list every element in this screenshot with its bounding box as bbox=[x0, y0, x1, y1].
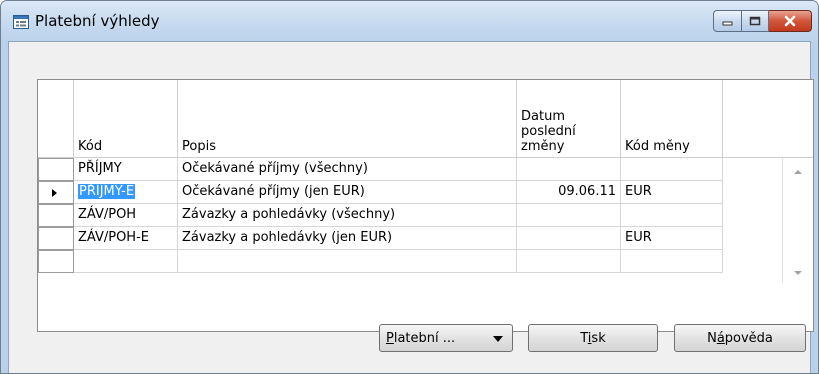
print-button-label: Tisk bbox=[580, 330, 606, 346]
cell-last-modified[interactable] bbox=[517, 158, 621, 181]
scroll-up-icon[interactable] bbox=[794, 170, 802, 174]
row-selector[interactable] bbox=[38, 250, 74, 273]
cell-description[interactable]: Závazky a pohledávky (všechny) bbox=[178, 204, 517, 227]
print-button[interactable]: Tisk bbox=[528, 324, 658, 352]
cell-currency[interactable] bbox=[621, 250, 723, 273]
header-filler bbox=[723, 80, 813, 158]
cell-description[interactable]: Závazky a pohledávky (jen EUR) bbox=[178, 227, 517, 250]
title-bar[interactable]: Platební výhledy bbox=[1, 1, 818, 41]
cell-code-selected[interactable]: PŘÍJMY-E bbox=[74, 181, 178, 204]
cell-last-modified[interactable] bbox=[517, 250, 621, 273]
cell-description[interactable]: Očekávané příjmy (jen EUR) bbox=[178, 181, 517, 204]
cell-currency[interactable]: EUR bbox=[621, 181, 723, 204]
header-selector-cell bbox=[38, 80, 74, 158]
window-title: Platební výhledy bbox=[35, 12, 160, 30]
minimize-button[interactable] bbox=[713, 10, 742, 32]
cell-description[interactable]: Očekávané příjmy (všechny) bbox=[178, 158, 517, 181]
minimize-icon bbox=[722, 21, 732, 26]
window-client-area: Kód Popis Datum poslední změny Kód měny … bbox=[8, 41, 814, 373]
maximize-icon bbox=[749, 16, 761, 26]
dropdown-arrow-icon bbox=[493, 336, 503, 342]
header-code[interactable]: Kód bbox=[74, 80, 178, 158]
cell-last-modified[interactable] bbox=[517, 227, 621, 250]
cell-currency[interactable]: EUR bbox=[621, 227, 723, 250]
maximize-button[interactable] bbox=[742, 10, 769, 32]
row-selector[interactable] bbox=[38, 204, 74, 227]
form-window-icon bbox=[13, 15, 29, 29]
selected-code-text: PŘÍJMY-E bbox=[78, 184, 136, 199]
caption-buttons bbox=[713, 10, 812, 32]
cell-currency[interactable] bbox=[621, 204, 723, 227]
window: Platební výhledy Kód Popis Datum posledn… bbox=[0, 0, 819, 374]
cell-last-modified[interactable] bbox=[517, 204, 621, 227]
vertical-scrollbar[interactable] bbox=[782, 158, 813, 283]
cell-code[interactable]: ZÁV/POH bbox=[74, 204, 178, 227]
current-row-arrow-icon bbox=[52, 189, 57, 197]
row-selector-active[interactable] bbox=[38, 181, 74, 204]
cell-currency[interactable] bbox=[621, 158, 723, 181]
payment-button-label: Platební ... bbox=[386, 330, 456, 346]
payment-forecast-table: Kód Popis Datum poslední změny Kód měny … bbox=[37, 79, 814, 332]
close-button[interactable] bbox=[769, 10, 812, 32]
row-selector[interactable] bbox=[38, 227, 74, 250]
cell-code[interactable]: ZÁV/POH-E bbox=[74, 227, 178, 250]
header-currency[interactable]: Kód měny bbox=[621, 80, 723, 158]
cell-last-modified[interactable]: 09.06.11 bbox=[517, 181, 621, 204]
header-description[interactable]: Popis bbox=[178, 80, 517, 158]
cell-description[interactable] bbox=[178, 250, 517, 273]
help-button[interactable]: Nápověda bbox=[674, 324, 806, 352]
header-last-modified[interactable]: Datum poslední změny bbox=[517, 80, 621, 158]
help-button-label: Nápověda bbox=[707, 330, 773, 346]
cell-code[interactable] bbox=[74, 250, 178, 273]
row-selector[interactable] bbox=[38, 158, 74, 181]
payment-menu-button[interactable]: Platební ... bbox=[379, 324, 513, 352]
cell-code[interactable]: PŘÍJMY bbox=[74, 158, 178, 181]
scroll-down-icon[interactable] bbox=[794, 271, 802, 275]
close-icon bbox=[784, 15, 796, 27]
